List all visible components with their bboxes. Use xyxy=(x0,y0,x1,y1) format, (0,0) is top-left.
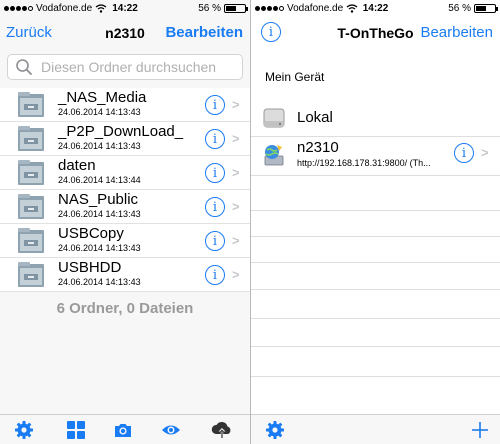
info-icon[interactable]: i xyxy=(205,95,225,115)
chevron-right-icon: > xyxy=(481,145,489,160)
info-icon[interactable]: i xyxy=(205,197,225,217)
folder-icon xyxy=(18,126,44,151)
info-icon[interactable]: i xyxy=(205,129,225,149)
folder-date: 24.06.2014 14:13:43 xyxy=(58,209,141,219)
row-separator xyxy=(251,210,500,211)
chevron-right-icon: > xyxy=(232,199,240,214)
cloud-upload-icon[interactable] xyxy=(210,420,234,440)
folder-date: 24.06.2014 14:13:43 xyxy=(58,277,141,287)
chevron-right-icon: > xyxy=(232,233,240,248)
status-bar: Vodafone.de 14:22 56 % xyxy=(0,0,250,18)
battery-percent: 56 % xyxy=(198,3,221,14)
folder-icon xyxy=(18,160,44,185)
device-row-n2310[interactable]: n2310 http://192.168.178.31:9800/ (Th...… xyxy=(251,137,500,175)
folder-name: daten xyxy=(58,157,96,174)
battery-icon xyxy=(224,4,248,13)
folder-icon xyxy=(18,262,44,287)
row-separator xyxy=(251,346,500,347)
bottom-toolbar xyxy=(251,414,500,444)
status-bar: Vodafone.de 14:22 56 % xyxy=(251,0,500,18)
battery-group: 56 % xyxy=(448,3,498,14)
folder-icon xyxy=(18,228,44,253)
device-name: n2310 xyxy=(297,139,339,156)
device-url: http://192.168.178.31:9800/ (Th... xyxy=(297,158,431,168)
chevron-right-icon: > xyxy=(232,131,240,146)
row-separator xyxy=(251,262,500,263)
section-header: Mein Gerät xyxy=(265,70,325,84)
chevron-right-icon: > xyxy=(232,267,240,282)
chevron-right-icon: > xyxy=(232,97,240,112)
info-icon[interactable]: i xyxy=(205,231,225,251)
list-item[interactable]: NAS_Public 24.06.2014 14:13:43 i > xyxy=(0,190,250,224)
row-separator xyxy=(251,236,500,237)
device-row-lokal[interactable]: Lokal xyxy=(251,102,500,136)
nav-bar: i T-OnTheGo Bearbeiten xyxy=(251,18,500,48)
search-field[interactable] xyxy=(7,54,243,80)
eye-icon[interactable] xyxy=(161,420,181,440)
row-separator xyxy=(251,289,500,290)
chevron-right-icon: > xyxy=(232,165,240,180)
list-item[interactable]: _NAS_Media 24.06.2014 14:13:43 i > xyxy=(0,88,250,122)
folder-name: USBHDD xyxy=(58,259,122,276)
folder-date: 24.06.2014 14:13:43 xyxy=(58,141,141,151)
folder-name: _NAS_Media xyxy=(58,89,147,106)
list-item[interactable]: USBHDD 24.06.2014 14:13:43 i > xyxy=(0,258,250,292)
row-separator xyxy=(251,318,500,319)
left-pane: Vodafone.de 14:22 56 % Zurück n2310 Bear… xyxy=(0,0,250,444)
list-item[interactable]: USBCopy 24.06.2014 14:13:43 i > xyxy=(0,224,250,258)
folder-icon xyxy=(18,194,44,219)
row-separator xyxy=(251,376,500,377)
folder-name: _P2P_DownLoad_ xyxy=(58,123,184,140)
gear-icon[interactable] xyxy=(265,420,285,440)
camera-icon[interactable] xyxy=(113,420,133,440)
list-item[interactable]: _P2P_DownLoad_ 24.06.2014 14:13:43 i > xyxy=(0,122,250,156)
network-server-icon xyxy=(264,145,284,166)
folder-list: _NAS_Media 24.06.2014 14:13:43 i > _P2P_… xyxy=(0,88,250,292)
bottom-toolbar xyxy=(0,414,250,444)
folder-summary: 6 Ordner, 0 Dateien xyxy=(56,300,194,317)
row-separator xyxy=(251,175,500,176)
nav-bar: Zurück n2310 Bearbeiten xyxy=(0,18,250,48)
folder-date: 24.06.2014 14:13:43 xyxy=(58,107,141,117)
battery-icon xyxy=(474,4,498,13)
hard-drive-icon xyxy=(263,108,285,128)
folder-icon xyxy=(18,92,44,117)
info-icon[interactable]: i xyxy=(454,143,474,163)
folder-date: 24.06.2014 14:13:44 xyxy=(58,175,141,185)
plus-icon[interactable] xyxy=(470,420,490,440)
search-icon xyxy=(16,59,32,75)
battery-percent: 56 % xyxy=(448,3,471,14)
list-item[interactable]: daten 24.06.2014 14:13:44 i > xyxy=(0,156,250,190)
gear-icon[interactable] xyxy=(14,420,34,440)
grid-icon[interactable] xyxy=(66,420,86,440)
info-icon[interactable]: i xyxy=(205,163,225,183)
device-name: Lokal xyxy=(297,109,333,126)
search-input[interactable] xyxy=(41,59,241,75)
info-icon[interactable]: i xyxy=(205,265,225,285)
battery-group: 56 % xyxy=(198,3,248,14)
edit-button[interactable]: Bearbeiten xyxy=(420,24,493,41)
folder-name: NAS_Public xyxy=(58,191,139,208)
folder-date: 24.06.2014 14:13:43 xyxy=(58,243,141,253)
folder-name: USBCopy xyxy=(58,225,124,242)
right-pane: Vodafone.de 14:22 56 % i T-OnTheGo Bearb… xyxy=(251,0,500,444)
edit-button[interactable]: Bearbeiten xyxy=(165,24,243,41)
